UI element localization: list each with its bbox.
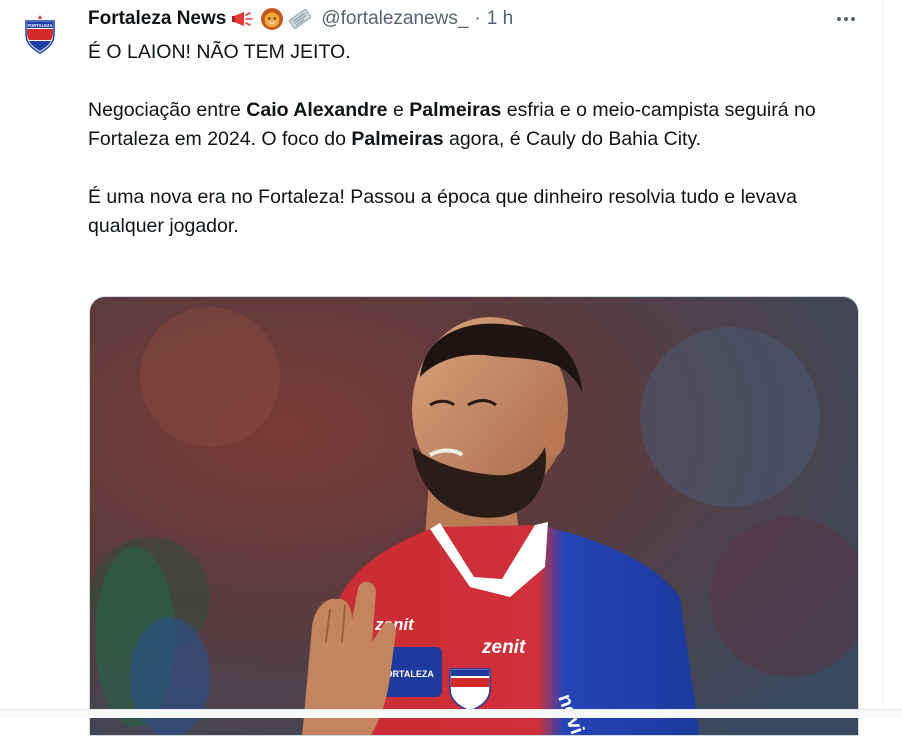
- more-dots-icon: [837, 17, 841, 21]
- newspaper-icon: [289, 9, 312, 29]
- sponsor-text-center: zenit: [481, 637, 526, 658]
- author-avatar[interactable]: FORTALEZA: [22, 14, 58, 54]
- author-handle[interactable]: @fortalezanews_: [321, 8, 468, 30]
- author-name[interactable]: Fortaleza News: [88, 8, 226, 30]
- timeline-border: [883, 0, 884, 717]
- tweet-paragraph-2: Negociação entre Caio Alexandre e Palmei…: [88, 99, 816, 150]
- player-photo: zenit zenit FORTALEZA novi: [90, 297, 858, 735]
- tweet-text: É O LAION! NÃO TEM JEITO. Negociação ent…: [88, 38, 858, 241]
- header-separator: ·: [474, 8, 481, 29]
- more-options-button[interactable]: [832, 8, 860, 30]
- tweet-paragraph-3: É uma nova era no Fortaleza! Passou a ép…: [88, 186, 797, 237]
- crest-label: FORTALEZA: [27, 23, 52, 28]
- megaphone-icon: [232, 12, 254, 26]
- tweet-line-1: É O LAION! NÃO TEM JEITO.: [88, 41, 351, 63]
- tweet-photo[interactable]: zenit zenit FORTALEZA novi: [89, 296, 859, 736]
- fortaleza-crest-icon: FORTALEZA: [25, 15, 55, 54]
- lion-icon: [261, 8, 284, 30]
- author-badges: [231, 7, 313, 31]
- tweet-timestamp[interactable]: 1 h: [487, 8, 513, 30]
- tweet-header: Fortaleza News @fortalezanews_ · 1 h: [88, 6, 513, 32]
